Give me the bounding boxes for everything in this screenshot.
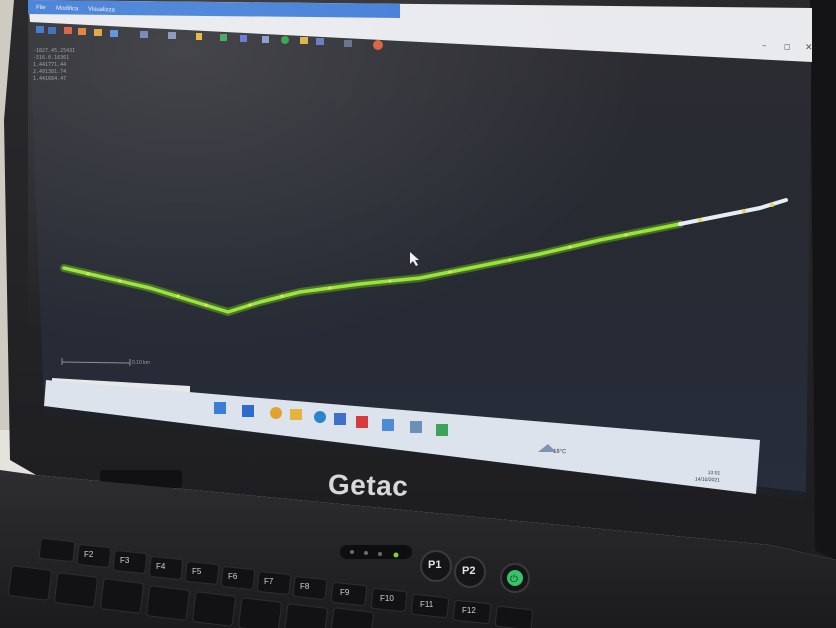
key-5[interactable] — [238, 597, 282, 628]
p2-label: P2 — [462, 565, 476, 577]
key-label-f3: F3 — [120, 556, 130, 565]
coordinate-line: 1.441684.47 — [33, 76, 67, 82]
menu-item-view[interactable]: Visualizza — [88, 7, 115, 14]
key-f12[interactable] — [494, 605, 534, 628]
power-symbol: ⏻ — [510, 574, 518, 585]
key-label-f10: F10 — [380, 594, 394, 603]
menu-item-edit[interactable]: Modifica — [56, 6, 79, 13]
key-6[interactable] — [284, 603, 328, 628]
coordinate-readout: -1827.45.25431 -516.0.16361 1.441771.44 … — [33, 48, 75, 83]
clock-date: 14/10/2021 — [694, 476, 721, 484]
coordinate-line: -516.0.16361 — [33, 55, 70, 61]
key-label-f4: F4 — [156, 562, 166, 571]
coordinate-line: 2.491381.74 — [33, 69, 67, 75]
key-3[interactable] — [146, 585, 190, 621]
key-label-f8: F8 — [300, 582, 310, 591]
status-leds — [340, 545, 412, 559]
getac-logo: Getac — [327, 468, 409, 502]
key-f4[interactable] — [184, 561, 220, 585]
key-1[interactable] — [54, 572, 98, 608]
weather-temperature: 18°C — [552, 448, 567, 456]
key-label-f7: F7 — [264, 577, 274, 586]
key-label-f6: F6 — [228, 572, 238, 581]
key-2[interactable] — [100, 578, 144, 614]
key-label-f2: F2 — [84, 550, 94, 559]
key-f3[interactable] — [148, 556, 184, 580]
key-f5[interactable] — [220, 566, 256, 590]
key-label-f5: F5 — [192, 567, 202, 576]
scale-bar-label: 0.10 km — [132, 360, 150, 366]
screen-glare — [28, 0, 812, 500]
system-clock[interactable]: 13:01 14/10/2021 — [695, 469, 721, 484]
p1-label: P1 — [428, 559, 442, 571]
key-label-f11: F11 — [420, 600, 434, 609]
menu-item-file[interactable]: File — [36, 5, 46, 11]
key-label-f12: F12 — [462, 606, 476, 615]
key-label-f9: F9 — [340, 588, 350, 597]
key-4[interactable] — [192, 591, 236, 627]
coordinate-line: 1.441771.44 — [33, 62, 67, 68]
key-tilde[interactable] — [8, 565, 52, 601]
key-f6[interactable] — [256, 571, 292, 595]
photo-scene: – ◻ ✕ — [0, 0, 836, 628]
key-esc[interactable] — [38, 538, 76, 562]
key-f7[interactable] — [292, 576, 328, 600]
key-f1[interactable] — [76, 544, 112, 568]
key-f2[interactable] — [112, 550, 148, 574]
coordinate-line: -1827.45.25431 — [33, 48, 76, 54]
